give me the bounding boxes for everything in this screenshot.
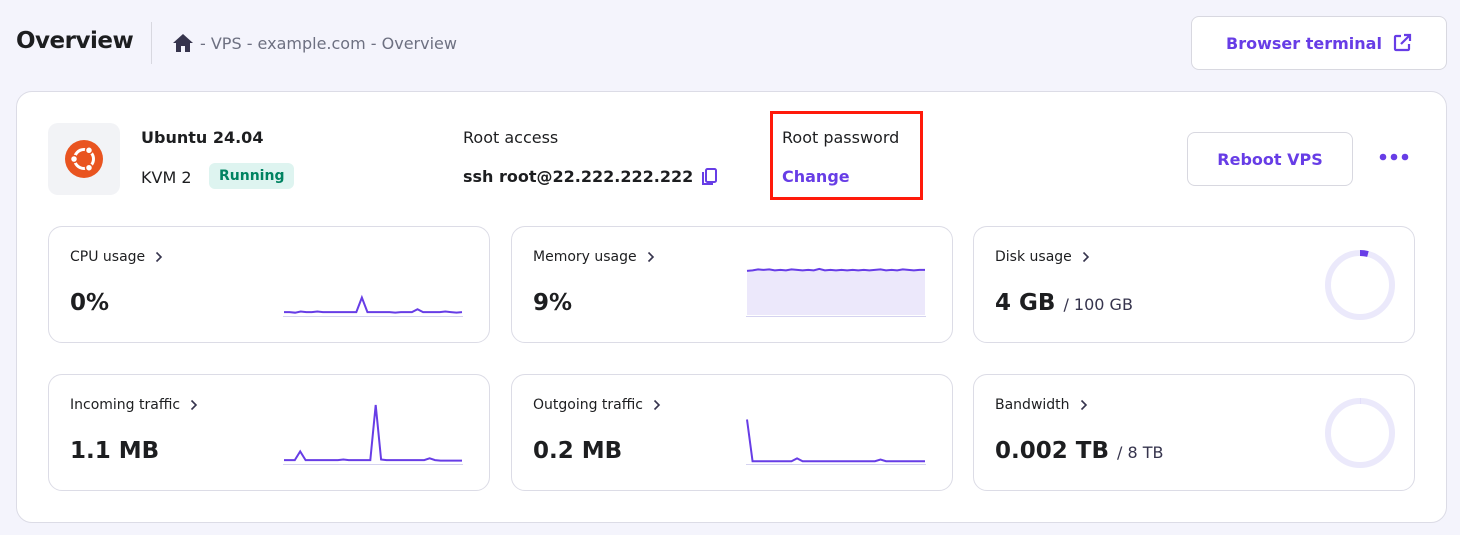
external-link-icon xyxy=(1393,33,1412,52)
browser-terminal-button[interactable]: Browser terminal xyxy=(1191,16,1447,70)
copy-icon[interactable] xyxy=(701,167,718,186)
outgoing-traffic-card[interactable]: Outgoing traffic 0.2 MB xyxy=(511,374,953,491)
memory-usage-value: 9% xyxy=(533,290,572,316)
browser-terminal-label: Browser terminal xyxy=(1226,33,1382,53)
incoming-traffic-card[interactable]: Incoming traffic 1.1 MB xyxy=(48,374,490,491)
incoming-traffic-value: 1.1 MB xyxy=(70,438,159,464)
disk-usage-card[interactable]: Disk usage 4 GB / 100 GB xyxy=(973,226,1415,343)
card-title: Disk usage xyxy=(995,249,1072,265)
status-badge: Running xyxy=(209,163,295,189)
card-title: Incoming traffic xyxy=(70,397,181,413)
outgoing-traffic-value: 0.2 MB xyxy=(533,438,622,464)
chevron-right-icon xyxy=(1082,251,1089,263)
chevron-right-icon xyxy=(1080,399,1087,411)
value-total: / 8 TB xyxy=(1117,443,1164,462)
breadcrumb: - VPS - example.com - Overview xyxy=(172,33,457,53)
card-title: Memory usage xyxy=(533,249,637,265)
sparkline-area xyxy=(747,268,925,315)
chevron-right-icon xyxy=(653,399,661,411)
value-text: 1.1 MB xyxy=(70,438,160,464)
cpu-usage-label[interactable]: CPU usage xyxy=(70,249,163,265)
ssh-command: ssh root@22.222.222.222 xyxy=(463,167,718,186)
donut-track xyxy=(1325,398,1395,468)
more-options-icon[interactable] xyxy=(1378,150,1410,164)
highlight-box xyxy=(770,111,923,200)
root-access-label: Root access xyxy=(463,128,559,147)
value-text: 0.002 TB xyxy=(995,438,1109,464)
sparkline-line xyxy=(284,404,462,462)
disk-usage-donut xyxy=(1325,250,1395,320)
bandwidth-label[interactable]: Bandwidth xyxy=(995,397,1088,413)
memory-usage-sparkline xyxy=(746,267,926,317)
reboot-vps-button[interactable]: Reboot VPS xyxy=(1187,132,1353,186)
home-icon[interactable] xyxy=(172,33,194,53)
reboot-label: Reboot VPS xyxy=(1217,149,1323,169)
cpu-usage-sparkline xyxy=(283,294,463,317)
donut-track xyxy=(1325,250,1395,320)
outgoing-traffic-sparkline xyxy=(746,419,926,465)
card-title: CPU usage xyxy=(70,249,146,265)
ubuntu-icon xyxy=(65,140,103,178)
cpu-usage-card[interactable]: CPU usage 0% xyxy=(48,226,490,343)
incoming-traffic-sparkline xyxy=(283,404,463,465)
sparkline-line xyxy=(746,267,925,272)
card-title: Outgoing traffic xyxy=(533,397,643,413)
ssh-text: ssh root@22.222.222.222 xyxy=(463,167,694,186)
bandwidth-donut xyxy=(1325,398,1395,468)
memory-usage-label[interactable]: Memory usage xyxy=(533,249,655,265)
os-name: Ubuntu 24.04 xyxy=(141,128,264,147)
value-text: 9% xyxy=(533,290,573,316)
card-title: Bandwidth xyxy=(995,397,1070,413)
bandwidth-card[interactable]: Bandwidth 0.002 TB / 8 TB xyxy=(973,374,1415,491)
disk-usage-label[interactable]: Disk usage xyxy=(995,249,1090,265)
breadcrumb-text[interactable]: - VPS - example.com - Overview xyxy=(200,34,457,53)
chevron-right-icon xyxy=(190,399,198,411)
disk-usage-value: 4 GB / 100 GB xyxy=(995,290,1133,316)
divider xyxy=(151,22,152,64)
chevron-right-icon xyxy=(647,251,654,263)
chevron-right-icon xyxy=(156,251,163,263)
value-text: 0.2 MB xyxy=(533,438,623,464)
sparkline-line xyxy=(746,419,925,463)
value-text: 0% xyxy=(70,290,110,316)
bandwidth-value: 0.002 TB / 8 TB xyxy=(995,438,1164,464)
incoming-traffic-label[interactable]: Incoming traffic xyxy=(70,397,198,413)
plan-name: KVM 2 xyxy=(141,168,192,187)
cpu-usage-value: 0% xyxy=(70,290,109,316)
os-logo xyxy=(48,123,120,195)
sparkline-line xyxy=(284,294,463,314)
value-text: 4 GB xyxy=(995,290,1056,316)
page-title: Overview xyxy=(16,28,134,54)
outgoing-traffic-label[interactable]: Outgoing traffic xyxy=(533,397,661,413)
memory-usage-card[interactable]: Memory usage 9% xyxy=(511,226,953,343)
value-total: / 100 GB xyxy=(1063,295,1133,314)
